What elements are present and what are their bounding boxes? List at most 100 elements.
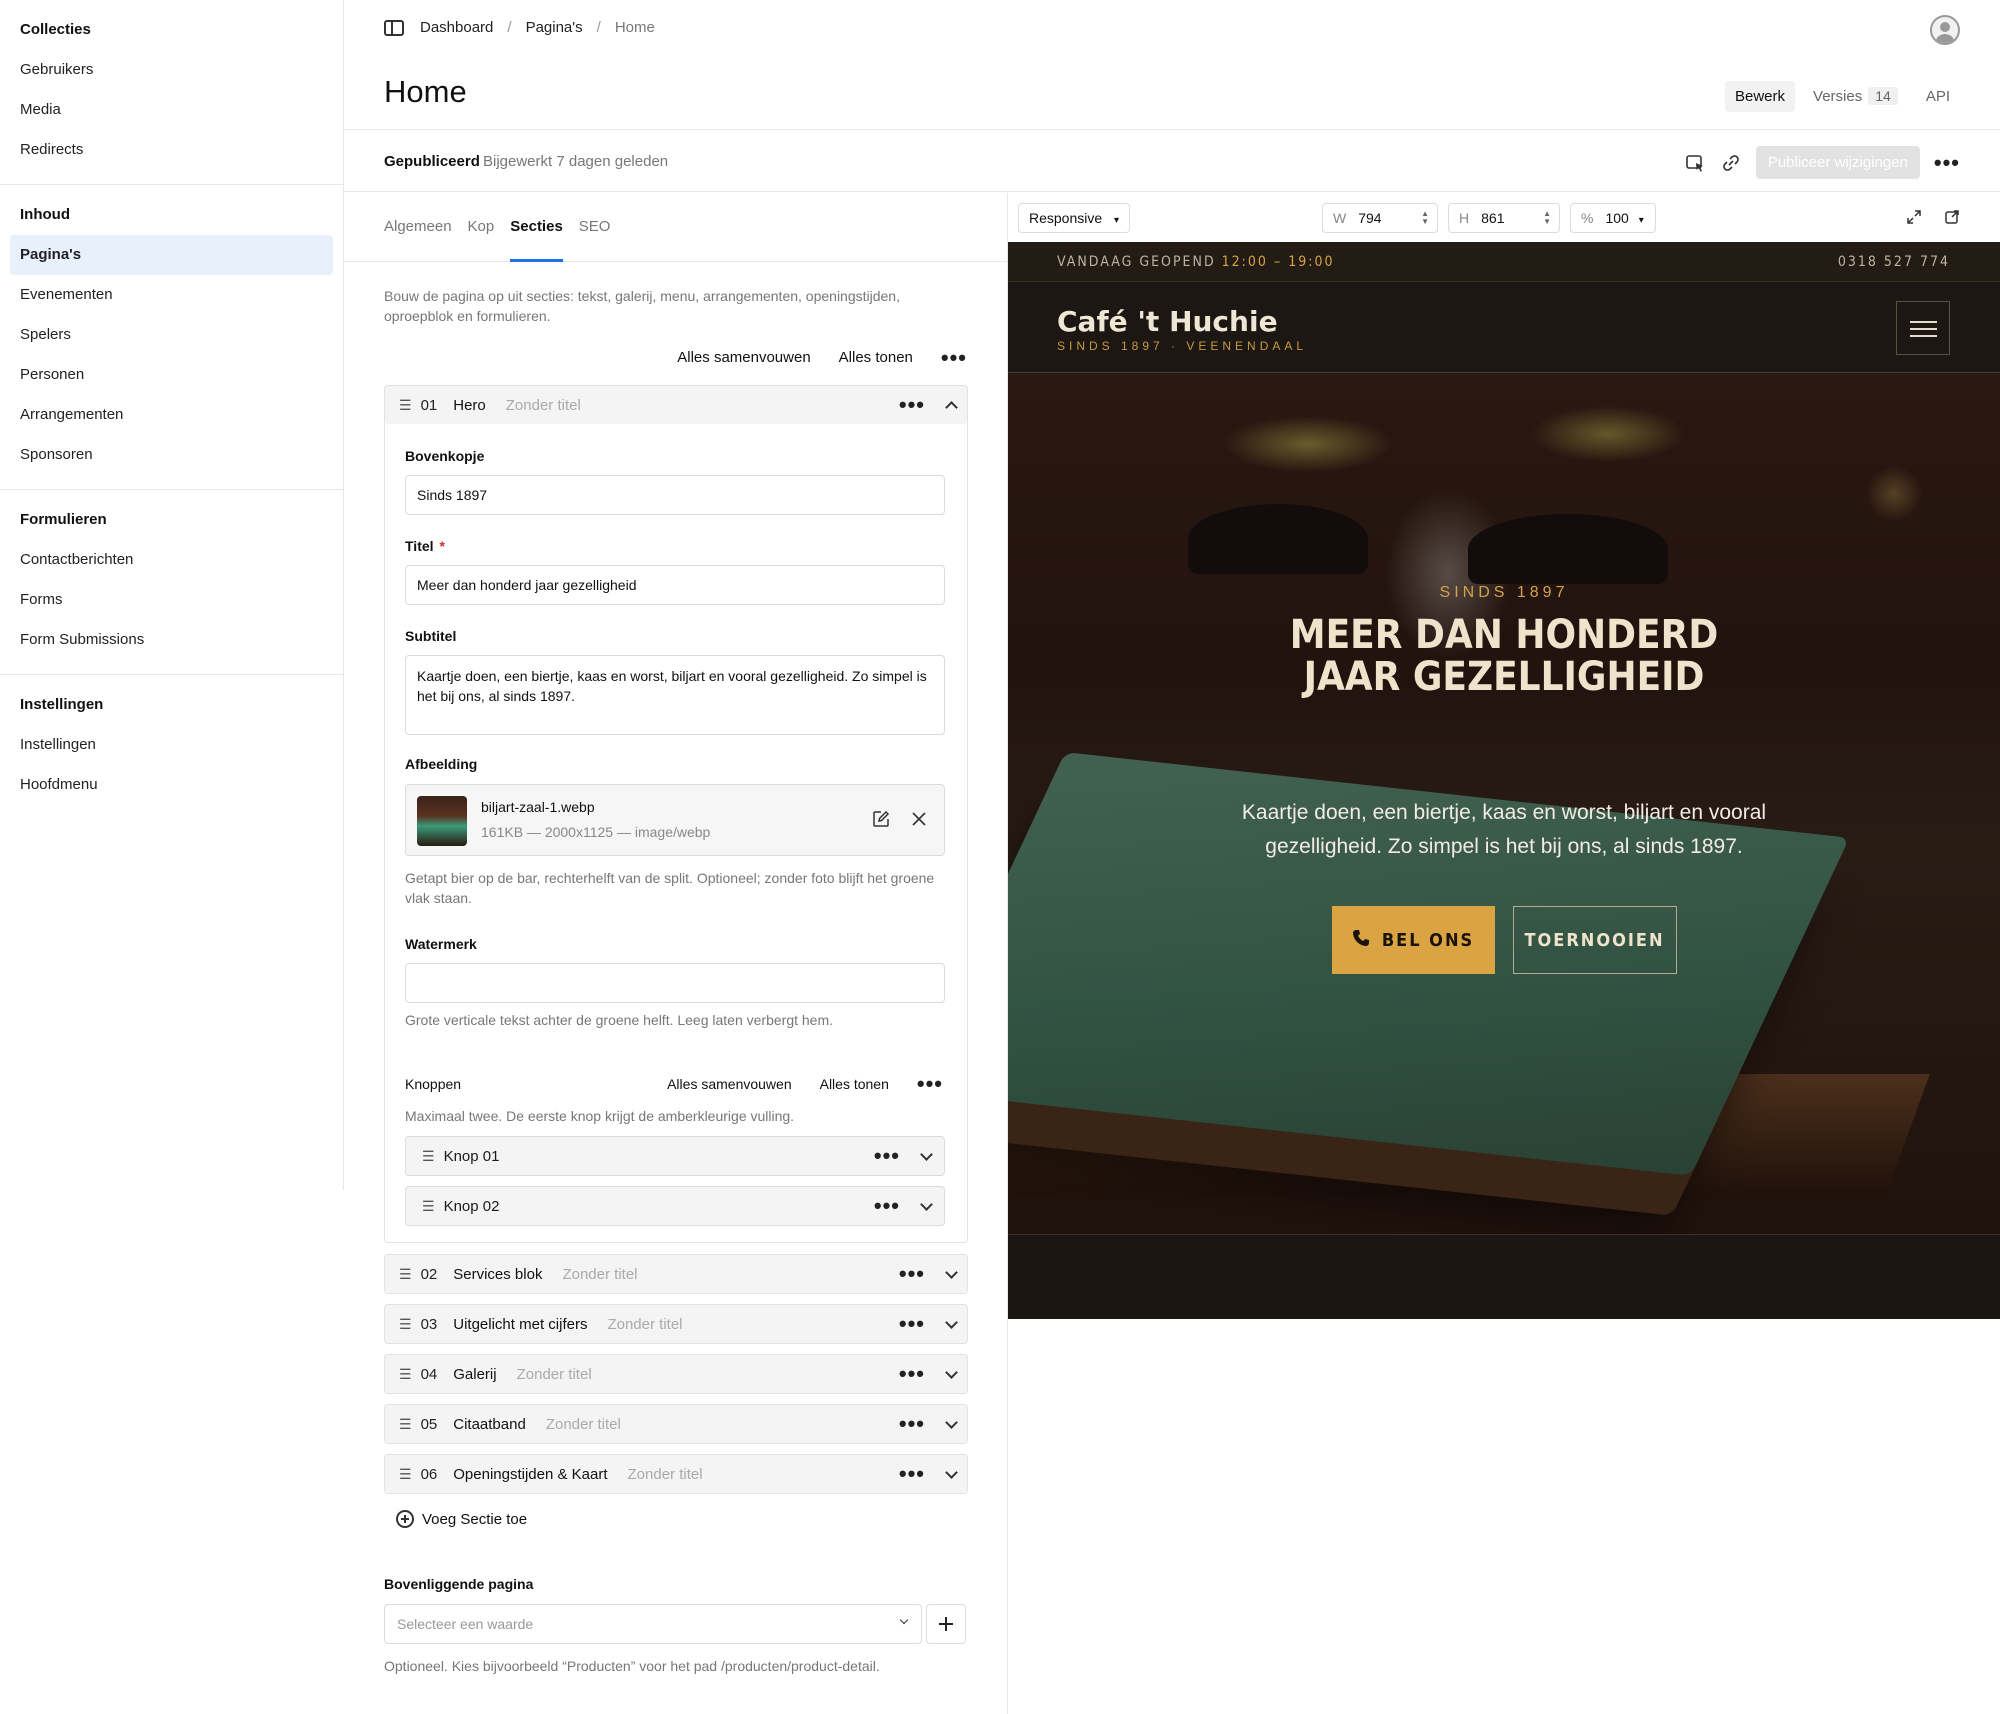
fullscreen-icon[interactable] (1906, 209, 1922, 229)
button-item[interactable]: ☰ Knop 02 ••• (405, 1186, 945, 1226)
stepper-icon[interactable]: ▲ ▼ (1421, 210, 1429, 226)
nav-heading[interactable]: Collecties (10, 10, 333, 50)
drag-handle-icon[interactable]: ☰ (399, 1366, 412, 1383)
sidebar-item-spelers[interactable]: Spelers (10, 315, 333, 355)
button-more-icon[interactable]: ••• (874, 1145, 900, 1167)
tab-seo[interactable]: SEO (579, 193, 611, 262)
nav-heading[interactable]: Inhoud (10, 195, 333, 235)
chevron-down-icon[interactable] (920, 1150, 932, 1162)
chevron-down-icon: ▾ (1638, 215, 1644, 226)
sidebar-item-form-submissions[interactable]: Form Submissions (10, 620, 333, 660)
sidebar-item-instellingen[interactable]: Instellingen (10, 725, 333, 765)
chevron-down-icon[interactable] (945, 1368, 957, 1380)
tab-kop[interactable]: Kop (468, 193, 495, 262)
site-logo[interactable]: Café 't Huchie (1057, 305, 1278, 338)
section-type: Uitgelicht met cijfers (453, 1315, 588, 1333)
button-more-icon[interactable]: ••• (874, 1195, 900, 1217)
section-more-icon[interactable]: ••• (899, 1413, 925, 1435)
sidebar-toggle-icon[interactable] (384, 19, 404, 36)
subtitle-textarea[interactable]: Kaartje doen, een biertje, kaas en worst… (405, 655, 945, 735)
open-today-label: VANDAAG GEOPEND (1057, 254, 1216, 270)
edit-icon[interactable] (872, 810, 890, 832)
call-button[interactable]: BEL ONS (1331, 906, 1495, 974)
zoom-select[interactable]: % 100 ▾ (1570, 203, 1656, 233)
drag-handle-icon[interactable]: ☰ (399, 397, 412, 414)
section-more-icon[interactable]: ••• (899, 1463, 925, 1485)
section-header[interactable]: ☰ 05 Citaatband Zonder titel ••• (385, 1405, 967, 1443)
drag-handle-icon[interactable]: ☰ (399, 1266, 412, 1283)
publish-button[interactable]: Publiceer wijzigingen (1755, 146, 1920, 179)
nav-heading[interactable]: Instellingen (10, 685, 333, 725)
watermark-input[interactable] (405, 963, 945, 1003)
drag-handle-icon[interactable]: ☰ (399, 1416, 412, 1433)
section-header[interactable]: ☰ 03 Uitgelicht met cijfers Zonder titel… (385, 1305, 967, 1343)
tab-bewerk[interactable]: Bewerk (1725, 80, 1796, 112)
subtitle-label: Subtitel (405, 628, 457, 644)
live-preview-icon[interactable] (1684, 152, 1706, 174)
sidebar-item-media[interactable]: Media (10, 90, 333, 130)
buttons-more-icon[interactable]: ••• (917, 1073, 943, 1095)
chevron-down-icon[interactable] (945, 1418, 957, 1430)
height-input[interactable]: H 861 ▲ ▼ (1448, 203, 1560, 233)
drag-handle-icon[interactable]: ☰ (422, 1198, 435, 1215)
drag-handle-icon[interactable]: ☰ (399, 1466, 412, 1483)
avatar[interactable] (1930, 15, 1960, 45)
width-input[interactable]: W 794 ▲ ▼ (1322, 203, 1438, 233)
sidebar-item-evenementen[interactable]: Evenementen (10, 275, 333, 315)
chevron-down-icon[interactable] (945, 1468, 957, 1480)
sidebar-item-forms[interactable]: Forms (10, 580, 333, 620)
image-thumbnail[interactable] (417, 796, 467, 846)
chevron-down-icon[interactable] (920, 1200, 932, 1212)
eyebrow-input[interactable]: Sinds 1897 (405, 475, 945, 515)
chevron-up-icon[interactable] (945, 399, 957, 411)
nav-heading[interactable]: Formulieren (10, 500, 333, 540)
section-more-icon[interactable]: ••• (899, 1263, 925, 1285)
parent-page-select[interactable]: Selecteer een waarde (384, 1604, 922, 1644)
show-all-button[interactable]: Alles tonen (839, 349, 913, 366)
section-more-icon[interactable]: ••• (899, 1363, 925, 1385)
tab-algemeen[interactable]: Algemeen (384, 193, 452, 262)
sidebar-item-sponsoren[interactable]: Sponsoren (10, 435, 333, 475)
buttons-collapse-all[interactable]: Alles samenvouwen (667, 1076, 792, 1092)
tab-api[interactable]: API (1916, 81, 1960, 112)
chevron-down-icon[interactable] (945, 1318, 957, 1330)
sidebar-item-hoofdmenu[interactable]: Hoofdmenu (10, 765, 333, 805)
add-parent-button[interactable] (926, 1604, 966, 1644)
button-item[interactable]: ☰ Knop 01 ••• (405, 1136, 945, 1176)
sidebar-item-arrangementen[interactable]: Arrangementen (10, 395, 333, 435)
section-header[interactable]: ☰ 06 Openingstijden & Kaart Zonder titel… (385, 1455, 967, 1493)
tab-secties[interactable]: Secties (510, 193, 563, 262)
section-header[interactable]: ☰ 01 Hero Zonder titel ••• (385, 386, 967, 424)
tournaments-button[interactable]: TOERNOOIEN (1512, 906, 1677, 974)
open-external-icon[interactable] (1944, 209, 1960, 229)
buttons-show-all[interactable]: Alles tonen (820, 1076, 889, 1092)
sidebar-item-gebruikers[interactable]: Gebruikers (10, 50, 333, 90)
topbar-phone[interactable]: 0318 527 774 (1838, 254, 1950, 270)
remove-icon[interactable] (910, 810, 928, 832)
chevron-down-icon[interactable] (945, 1268, 957, 1280)
sidebar-item-redirects[interactable]: Redirects (10, 130, 333, 170)
breadcrumb-paginas[interactable]: Pagina's (526, 19, 583, 36)
drag-handle-icon[interactable]: ☰ (399, 1316, 412, 1333)
collapse-all-button[interactable]: Alles samenvouwen (677, 349, 810, 366)
add-section-button[interactable]: Voeg Sectie toe (396, 1510, 527, 1528)
sidebar-item-contactberichten[interactable]: Contactberichten (10, 540, 333, 580)
stepper-icon[interactable]: ▲ ▼ (1543, 210, 1551, 226)
section-header[interactable]: ☰ 04 Galerij Zonder titel ••• (385, 1355, 967, 1393)
breakpoint-select[interactable]: Responsive ▾ (1018, 203, 1131, 233)
section-subtitle: Zonder titel (545, 1415, 621, 1433)
section-more-icon[interactable]: ••• (899, 394, 925, 416)
breadcrumb-dashboard[interactable]: Dashboard (420, 19, 493, 36)
drag-handle-icon[interactable]: ☰ (422, 1148, 435, 1165)
more-options-icon[interactable]: ••• (1934, 151, 1960, 173)
menu-icon[interactable] (1896, 301, 1950, 355)
sections-more-icon[interactable]: ••• (941, 346, 967, 368)
title-input[interactable]: Meer dan honderd jaar gezelligheid (405, 565, 945, 605)
sidebar-item-paginas[interactable]: Pagina's (10, 235, 333, 275)
sidebar-item-personen[interactable]: Personen (10, 355, 333, 395)
section-header[interactable]: ☰ 02 Services blok Zonder titel ••• (385, 1255, 967, 1293)
link-icon[interactable] (1720, 152, 1742, 174)
tab-versies[interactable]: Versies 14 (1803, 80, 1908, 112)
breadcrumb-separator: / (507, 19, 512, 36)
section-more-icon[interactable]: ••• (899, 1313, 925, 1335)
